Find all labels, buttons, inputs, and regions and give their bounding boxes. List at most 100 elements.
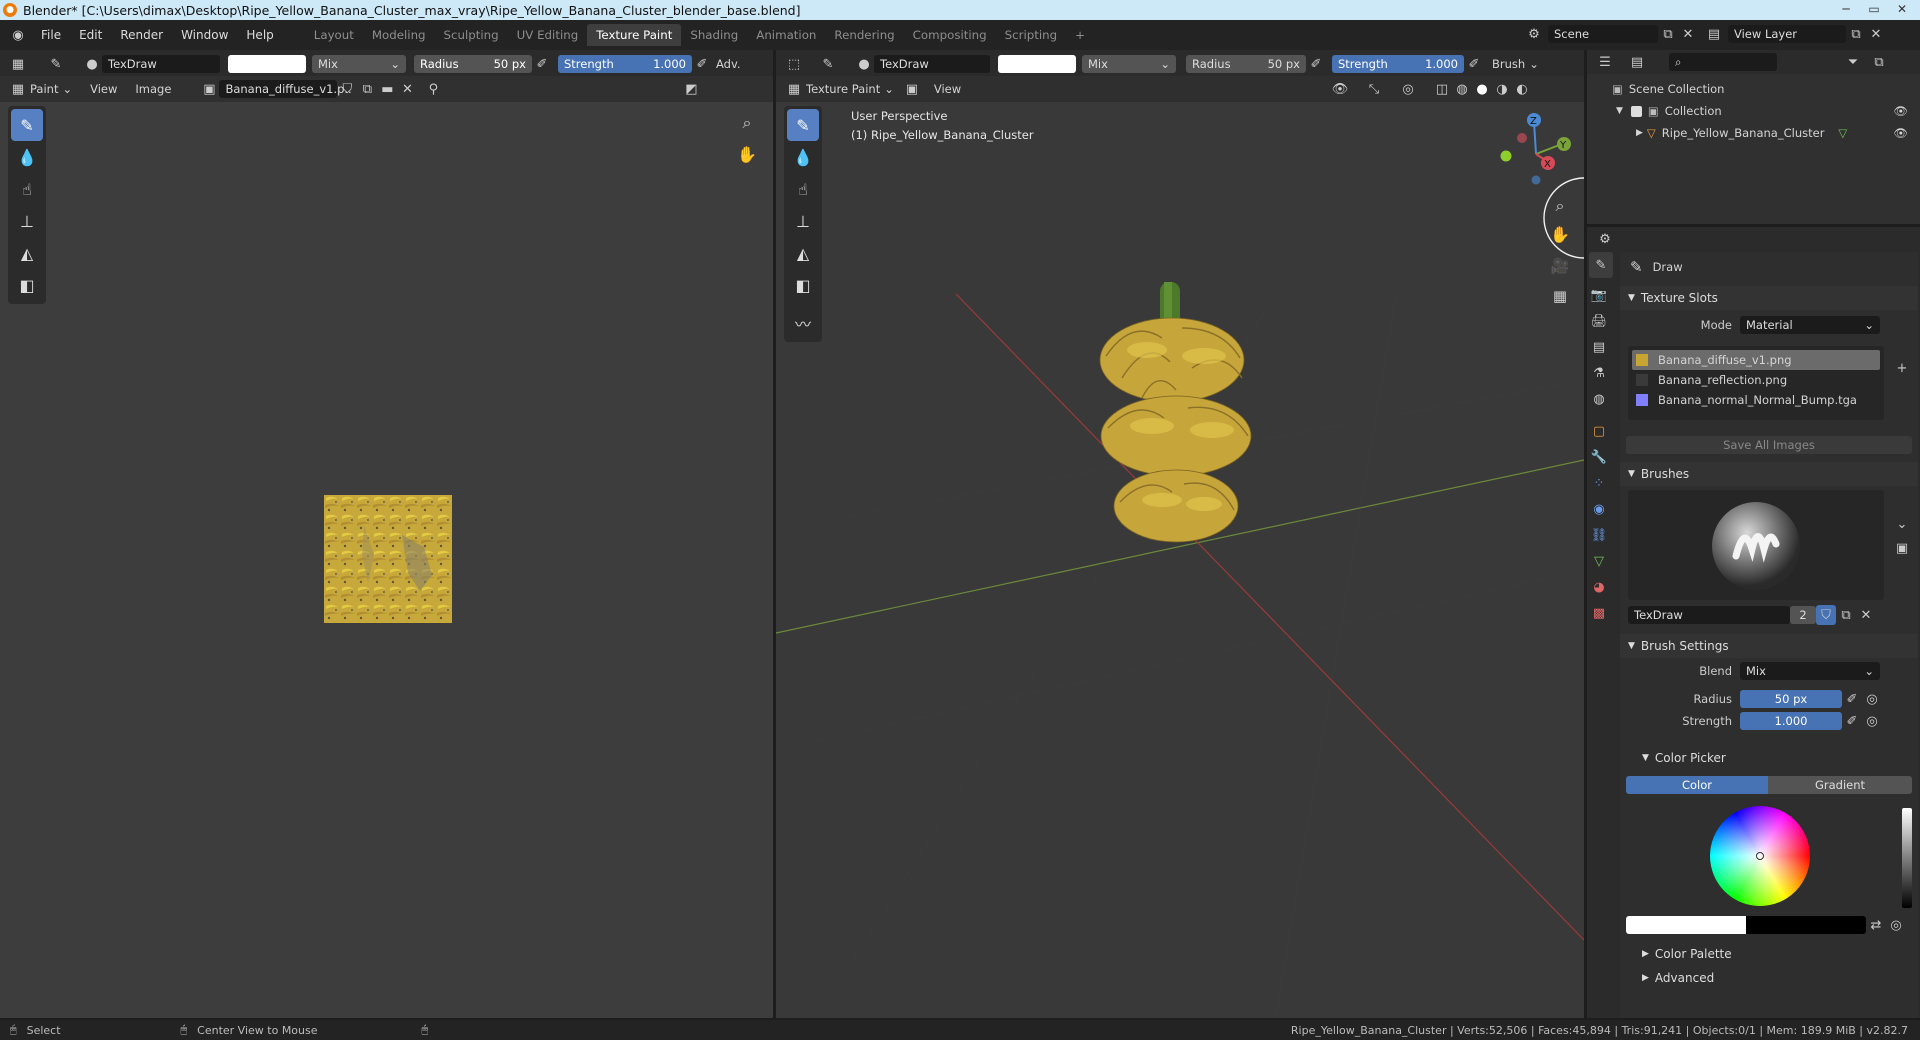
advanced-subpanel-header[interactable]: ▶ Advanced bbox=[1620, 966, 1918, 990]
brush-color-swatch[interactable] bbox=[998, 55, 1076, 73]
display-mode-icon[interactable]: ▤ bbox=[1627, 52, 1647, 72]
fill-tool-icon[interactable]: ◭ bbox=[11, 237, 43, 269]
secondary-color-swatch[interactable] bbox=[1746, 916, 1866, 934]
remove-view-layer-icon[interactable]: ✕ bbox=[1866, 24, 1886, 44]
eye-icon[interactable]: 👁 bbox=[1893, 126, 1908, 140]
display-channels-icon[interactable]: ◩ bbox=[681, 79, 701, 99]
fake-user-icon[interactable]: ⛉ bbox=[1816, 605, 1836, 625]
mode-dropdown[interactable]: Material ⌄ bbox=[1740, 316, 1880, 334]
texture-slot-item[interactable]: Banana_reflection.png bbox=[1632, 370, 1880, 390]
paint-mode-dropdown[interactable]: Paint bbox=[30, 82, 58, 96]
color-wheel[interactable] bbox=[1710, 806, 1810, 906]
new-collection-icon[interactable]: ⧉ bbox=[1869, 52, 1889, 72]
new-view-layer-icon[interactable]: ⧉ bbox=[1846, 24, 1866, 44]
tab-uv-editing[interactable]: UV Editing bbox=[508, 24, 588, 46]
menu-file[interactable]: File bbox=[32, 24, 70, 46]
radius-field[interactable]: 50 px bbox=[1740, 690, 1842, 708]
brush-name-field[interactable]: TexDraw bbox=[102, 55, 220, 73]
brush-image-icon[interactable]: ▣ bbox=[1892, 538, 1912, 558]
pin-icon[interactable]: ⚲ bbox=[423, 79, 443, 99]
strength-pressure-icon[interactable]: ✐ bbox=[1464, 54, 1484, 74]
brush-icon[interactable]: ✎ bbox=[46, 54, 66, 74]
scene-icon[interactable]: ⚙ bbox=[1524, 24, 1544, 44]
annotate-tool-icon[interactable]: 〰 bbox=[787, 307, 819, 339]
wireframe-shading-icon[interactable]: ◍ bbox=[1452, 79, 1472, 99]
outliner-row-object[interactable]: ▶ ▽ Ripe_Yellow_Banana_Cluster ▽ 👁 bbox=[1600, 122, 1918, 144]
scene-tab-icon[interactable]: ⚗ bbox=[1589, 360, 1609, 386]
tool-tab-icon[interactable]: ✎ bbox=[1589, 252, 1613, 278]
radius-field[interactable]: Radius 50 px bbox=[414, 55, 532, 73]
filter-icon[interactable]: ⏷ bbox=[1843, 52, 1863, 72]
menu-view[interactable]: View bbox=[934, 82, 961, 96]
gizmo-toggle-icon[interactable]: ⤡ bbox=[1364, 79, 1384, 99]
strength-field[interactable]: Strength 1.000 bbox=[1332, 55, 1464, 73]
mask-tool-icon[interactable]: ◧ bbox=[787, 269, 819, 301]
tab-scripting[interactable]: Scripting bbox=[996, 24, 1066, 46]
texture-slot-item[interactable]: Banana_normal_Normal_Bump.tga bbox=[1632, 390, 1880, 410]
maximize-button[interactable]: ▭ bbox=[1860, 0, 1888, 18]
clone-tool-icon[interactable]: ⊥ bbox=[787, 205, 819, 237]
texture-slots-panel-header[interactable]: ▼ Texture Slots bbox=[1620, 286, 1918, 310]
pressure-icon[interactable]: ✐ bbox=[1842, 689, 1862, 709]
visibility-icon[interactable]: 👁 bbox=[1330, 79, 1350, 99]
swap-colors-icon[interactable]: ⇄ bbox=[1866, 915, 1886, 935]
camera-icon[interactable]: 🎥 bbox=[1550, 256, 1570, 276]
3d-viewport[interactable] bbox=[776, 50, 1584, 1018]
new-scene-icon[interactable]: ⧉ bbox=[1658, 24, 1678, 44]
blend-dropdown[interactable]: Mix ⌄ bbox=[1740, 662, 1880, 680]
zoom-icon[interactable]: ⌕ bbox=[737, 113, 757, 133]
smear-tool-icon[interactable]: ☝ bbox=[787, 173, 819, 205]
fake-user-icon[interactable]: ⛉ bbox=[337, 79, 357, 99]
primary-color-swatch[interactable] bbox=[1626, 916, 1746, 934]
tab-color[interactable]: Color bbox=[1626, 776, 1768, 794]
unified-size-icon[interactable]: ◎ bbox=[1862, 689, 1882, 709]
render-tab-icon[interactable]: 📷 bbox=[1589, 282, 1609, 308]
color-picker-subpanel-header[interactable]: ▼ Color Picker bbox=[1620, 746, 1918, 770]
strength-field[interactable]: 1.000 bbox=[1740, 712, 1842, 730]
texture-slot-item[interactable]: Banana_diffuse_v1.png bbox=[1632, 350, 1880, 370]
object-tab-icon[interactable]: ▢ bbox=[1589, 418, 1609, 444]
blend-dropdown[interactable]: Mix ⌄ bbox=[1082, 55, 1176, 73]
menu-image[interactable]: Image bbox=[135, 82, 171, 96]
constraints-tab-icon[interactable]: ⛓ bbox=[1589, 522, 1609, 548]
xray-icon[interactable]: ◫ bbox=[1432, 79, 1452, 99]
brush-name-field[interactable]: TexDraw bbox=[874, 55, 990, 73]
unlink-image-icon[interactable]: ✕ bbox=[397, 79, 417, 99]
material-shading-icon[interactable]: ◑ bbox=[1492, 79, 1512, 99]
brush-preview[interactable] bbox=[1628, 490, 1884, 600]
editor-type-icon[interactable]: ⚙ bbox=[1595, 229, 1615, 249]
material-tab-icon[interactable]: ◕ bbox=[1589, 574, 1609, 600]
tab-compositing[interactable]: Compositing bbox=[904, 24, 996, 46]
editor-type-icon[interactable]: ☰ bbox=[1595, 52, 1615, 72]
expand-arrow-icon[interactable]: ▶ bbox=[1636, 128, 1643, 138]
draw-tool-icon[interactable]: ✎ bbox=[787, 109, 819, 141]
brush-settings-panel-header[interactable]: ▼ Brush Settings bbox=[1620, 634, 1918, 658]
tab-sculpting[interactable]: Sculpting bbox=[435, 24, 508, 46]
new-image-icon[interactable]: ⧉ bbox=[357, 79, 377, 99]
solid-shading-icon[interactable]: ● bbox=[1472, 79, 1492, 99]
brush-users-count[interactable]: 2 bbox=[1790, 606, 1816, 624]
brush-name-field[interactable]: TexDraw bbox=[1628, 606, 1790, 624]
texture-tab-icon[interactable]: ▩ bbox=[1589, 600, 1609, 626]
data-tab-icon[interactable]: ▽ bbox=[1589, 548, 1609, 574]
blend-dropdown[interactable]: Mix ⌄ bbox=[312, 55, 406, 73]
open-image-icon[interactable]: ▬ bbox=[377, 79, 397, 99]
advanced-menu[interactable]: Adv. bbox=[716, 57, 741, 71]
smear-tool-icon[interactable]: ☝ bbox=[11, 173, 43, 205]
save-all-images-button[interactable]: Save All Images bbox=[1626, 436, 1912, 454]
physics-tab-icon[interactable]: ◉ bbox=[1589, 496, 1609, 522]
soften-tool-icon[interactable]: 💧 bbox=[11, 141, 43, 173]
unified-strength-icon[interactable]: ◎ bbox=[1862, 711, 1882, 731]
menu-render[interactable]: Render bbox=[111, 24, 172, 46]
image-browse-icon[interactable]: ▣ bbox=[199, 79, 219, 99]
strength-field[interactable]: Strength 1.000 bbox=[558, 55, 692, 73]
mask-toggle-icon[interactable]: ▣ bbox=[902, 79, 922, 99]
output-tab-icon[interactable]: 🖨 bbox=[1589, 308, 1609, 334]
view-layer-field[interactable]: View Layer bbox=[1728, 25, 1846, 43]
rendered-shading-icon[interactable]: ◐ bbox=[1512, 79, 1532, 99]
pressure-icon[interactable]: ✐ bbox=[1842, 711, 1862, 731]
expand-arrow-icon[interactable]: ▼ bbox=[1616, 106, 1623, 116]
mask-tool-icon[interactable]: ◧ bbox=[11, 269, 43, 301]
texture-image[interactable] bbox=[324, 495, 452, 623]
outliner-row-scene-collection[interactable]: ▣ Scene Collection bbox=[1600, 78, 1918, 100]
